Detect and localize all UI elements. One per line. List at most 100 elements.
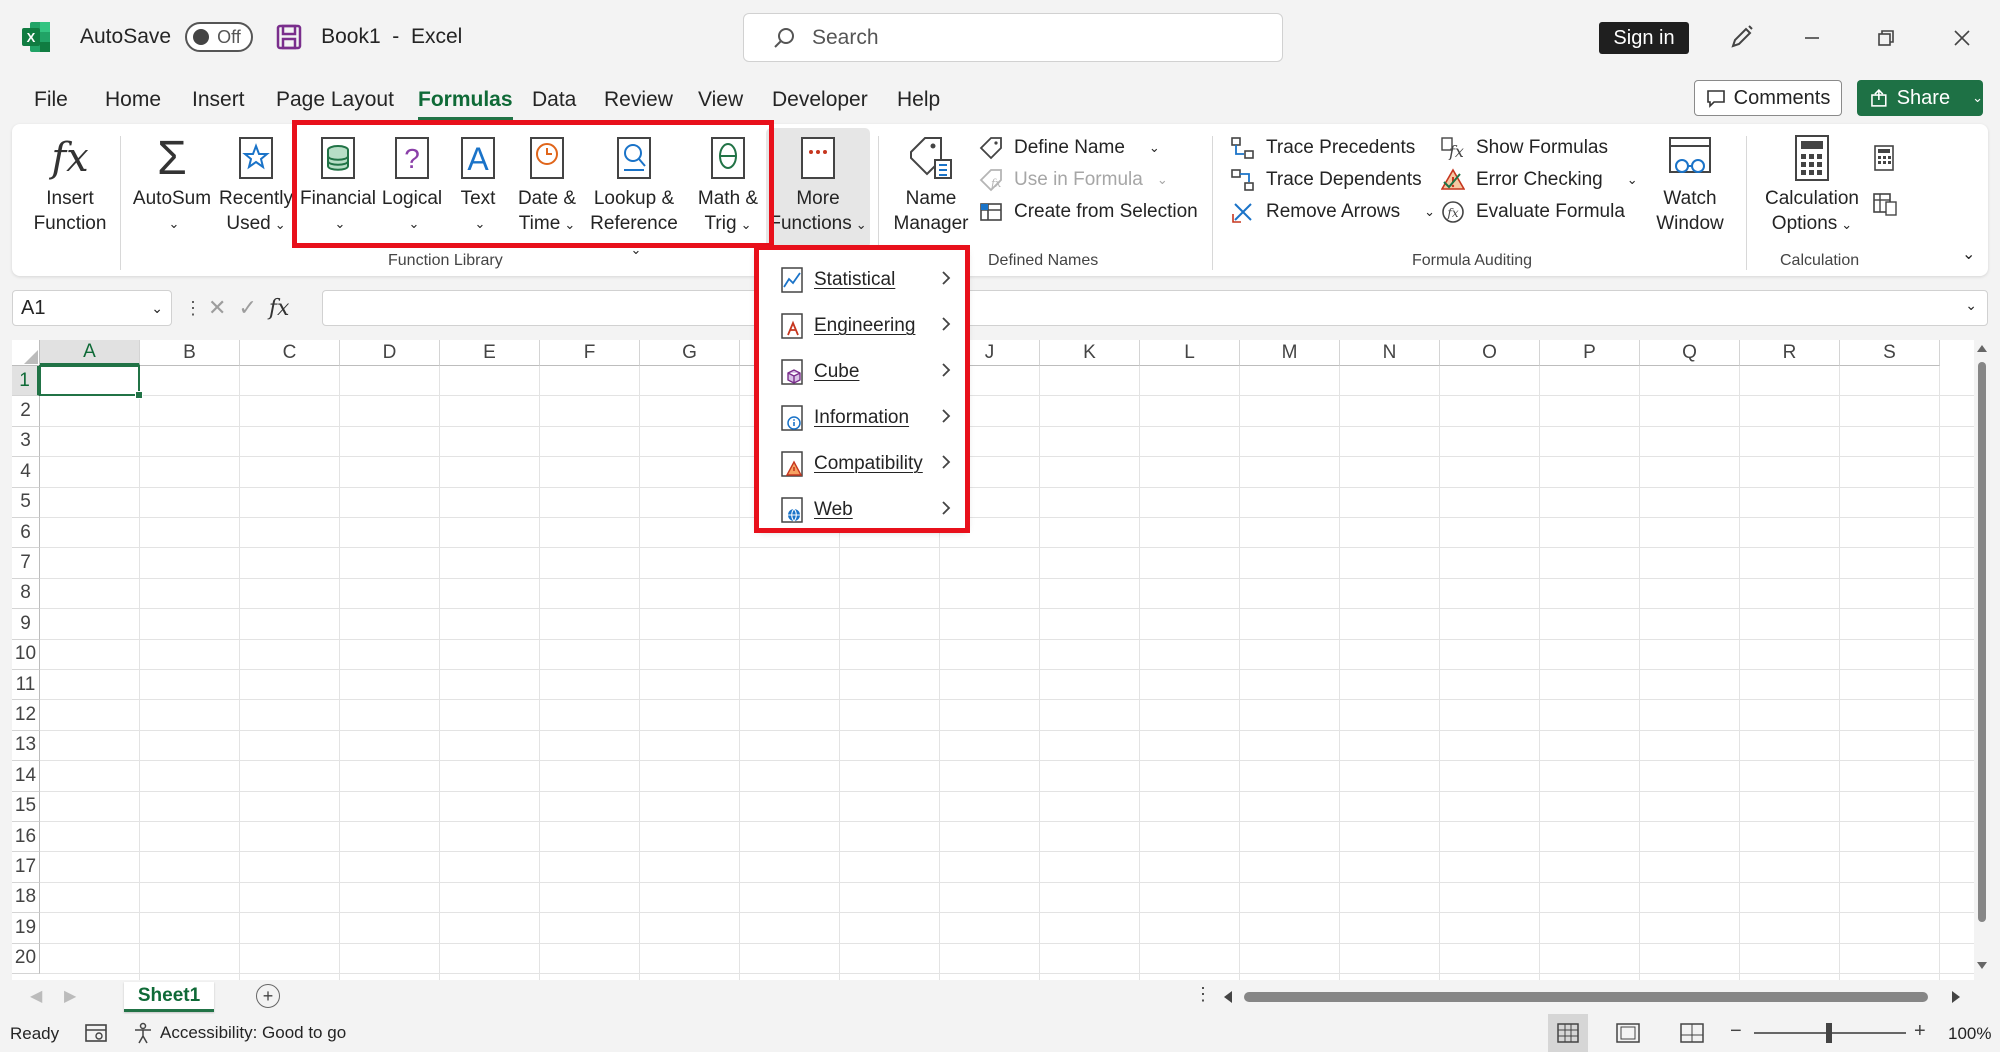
column-header[interactable]: E bbox=[440, 340, 540, 366]
next-sheet-icon[interactable]: ▶ bbox=[64, 986, 76, 1006]
column-header[interactable]: S bbox=[1840, 340, 1940, 366]
column-header[interactable]: F bbox=[540, 340, 640, 366]
add-sheet-icon[interactable]: + bbox=[256, 984, 280, 1008]
autosum-button[interactable]: Σ AutoSum ⌄ bbox=[130, 134, 214, 236]
tab-formulas[interactable]: Formulas bbox=[418, 88, 513, 120]
row-header[interactable]: 20 bbox=[12, 943, 40, 974]
name-box[interactable]: A1 ⌄ bbox=[12, 290, 172, 326]
column-header[interactable]: A bbox=[40, 340, 140, 366]
row-header[interactable]: 14 bbox=[12, 761, 40, 792]
save-icon[interactable] bbox=[275, 23, 303, 51]
tab-review[interactable]: Review bbox=[604, 88, 673, 112]
calculate-now-icon[interactable] bbox=[1872, 144, 1896, 172]
create-from-selection-button[interactable]: Create from Selection bbox=[978, 196, 1198, 228]
search-input[interactable]: Search bbox=[743, 13, 1283, 62]
column-header[interactable]: M bbox=[1240, 340, 1340, 366]
define-name-button[interactable]: Define Name ⌄ bbox=[978, 132, 1160, 164]
show-formulas-button[interactable]: fx Show Formulas bbox=[1440, 132, 1608, 164]
tab-file[interactable]: File bbox=[34, 88, 68, 112]
column-header[interactable]: C bbox=[240, 340, 340, 366]
row-header[interactable]: 1 bbox=[12, 366, 40, 397]
pen-icon[interactable] bbox=[1725, 22, 1757, 54]
column-header[interactable]: R bbox=[1740, 340, 1840, 366]
row-header[interactable]: 5 bbox=[12, 487, 40, 518]
row-header[interactable]: 18 bbox=[12, 882, 40, 914]
row-header[interactable]: 9 bbox=[12, 609, 40, 640]
column-header[interactable]: O bbox=[1440, 340, 1540, 366]
row-header[interactable]: 6 bbox=[12, 518, 40, 549]
trace-dependents-button[interactable]: Trace Dependents bbox=[1230, 164, 1422, 196]
row-header[interactable]: 3 bbox=[12, 426, 40, 458]
zoom-slider-thumb[interactable] bbox=[1826, 1023, 1832, 1043]
use-in-formula-button[interactable]: fx Use in Formula ⌄ bbox=[978, 164, 1168, 196]
zoom-out-button[interactable]: − bbox=[1730, 1020, 1742, 1043]
tab-help[interactable]: Help bbox=[897, 88, 940, 112]
tab-data[interactable]: Data bbox=[532, 88, 576, 112]
row-header[interactable]: 8 bbox=[12, 578, 40, 610]
recently-used-button[interactable]: Recently Used ⌄ bbox=[218, 134, 294, 237]
autosave-toggle[interactable]: Off bbox=[185, 22, 254, 52]
column-header[interactable]: Q bbox=[1640, 340, 1740, 366]
formula-input[interactable]: ⌄ bbox=[322, 290, 1988, 326]
tab-insert[interactable]: Insert bbox=[192, 88, 245, 112]
column-header[interactable]: L bbox=[1140, 340, 1240, 366]
tab-developer[interactable]: Developer bbox=[772, 88, 868, 112]
share-button[interactable]: Share ⌄ bbox=[1857, 80, 1983, 116]
row-header[interactable]: 2 bbox=[12, 396, 40, 427]
cancel-icon[interactable]: ✕ bbox=[208, 295, 226, 321]
tab-home[interactable]: Home bbox=[105, 88, 161, 112]
column-header[interactable]: D bbox=[340, 340, 440, 366]
menu-item-statistical[interactable]: Statistical bbox=[758, 257, 966, 303]
chevron-down-icon[interactable]: ⌄ bbox=[1972, 90, 1983, 106]
normal-view-button[interactable] bbox=[1548, 1014, 1588, 1052]
close-button[interactable] bbox=[1946, 22, 1978, 54]
watch-window-button[interactable]: Watch Window bbox=[1648, 134, 1732, 236]
sign-in-button[interactable]: Sign in bbox=[1599, 22, 1689, 54]
calculate-sheet-icon[interactable] bbox=[1872, 192, 1898, 216]
select-all-corner[interactable] bbox=[12, 340, 40, 366]
tab-page-layout[interactable]: Page Layout bbox=[276, 88, 394, 112]
calculation-options-button[interactable]: Calculation Options ⌄ bbox=[1752, 134, 1872, 237]
row-header[interactable]: 16 bbox=[12, 822, 40, 853]
column-header[interactable]: B bbox=[140, 340, 240, 366]
restore-button[interactable] bbox=[1870, 22, 1902, 54]
more-options-icon[interactable]: ⋮ bbox=[184, 298, 202, 319]
column-header[interactable]: N bbox=[1340, 340, 1440, 366]
column-header[interactable]: P bbox=[1540, 340, 1640, 366]
column-header[interactable]: K bbox=[1040, 340, 1140, 366]
zoom-level[interactable]: 100% bbox=[1948, 1024, 1991, 1044]
page-layout-view-icon[interactable] bbox=[1616, 1023, 1640, 1043]
row-header[interactable]: 4 bbox=[12, 457, 40, 488]
comments-button[interactable]: Comments bbox=[1694, 80, 1842, 116]
prev-sheet-icon[interactable]: ◀ bbox=[30, 986, 42, 1006]
column-header[interactable]: G bbox=[640, 340, 740, 366]
menu-item-information[interactable]: Information bbox=[758, 395, 966, 441]
page-break-view-icon[interactable] bbox=[1680, 1023, 1704, 1043]
insert-function-icon[interactable]: fx bbox=[269, 296, 290, 321]
active-cell[interactable] bbox=[39, 365, 143, 400]
row-header[interactable]: 17 bbox=[12, 852, 40, 883]
row-header[interactable]: 7 bbox=[12, 548, 40, 579]
row-header[interactable]: 13 bbox=[12, 730, 40, 762]
name-manager-button[interactable]: Name Manager bbox=[888, 134, 974, 236]
menu-item-engineering[interactable]: Engineering bbox=[758, 303, 966, 349]
minimize-button[interactable] bbox=[1796, 22, 1828, 54]
insert-function-button[interactable]: fx Insert Function bbox=[28, 134, 112, 236]
tab-view[interactable]: View bbox=[698, 88, 743, 112]
row-header[interactable]: 12 bbox=[12, 700, 40, 731]
sheet-tab[interactable]: Sheet1 bbox=[124, 982, 214, 1012]
zoom-in-button[interactable]: + bbox=[1914, 1020, 1926, 1043]
vertical-scrollbar[interactable] bbox=[1974, 340, 1990, 980]
enter-icon[interactable]: ✓ bbox=[238, 295, 256, 321]
more-options-icon[interactable]: ⋮ bbox=[1194, 984, 1212, 1005]
ribbon-collapse-chevron-icon[interactable]: ⌄ bbox=[1962, 244, 1975, 264]
accessibility-status[interactable]: Accessibility: Good to go bbox=[132, 1022, 346, 1044]
row-header[interactable]: 10 bbox=[12, 639, 40, 670]
error-checking-button[interactable]: Error Checking ⌄ bbox=[1440, 164, 1638, 196]
evaluate-formula-button[interactable]: fx Evaluate Formula bbox=[1440, 196, 1625, 228]
row-header[interactable]: 15 bbox=[12, 791, 40, 822]
menu-item-compatibility[interactable]: Compatibility bbox=[758, 441, 966, 487]
remove-arrows-button[interactable]: Remove Arrows ⌄ bbox=[1230, 196, 1435, 228]
macro-record-icon[interactable] bbox=[84, 1022, 108, 1044]
trace-precedents-button[interactable]: Trace Precedents bbox=[1230, 132, 1415, 164]
